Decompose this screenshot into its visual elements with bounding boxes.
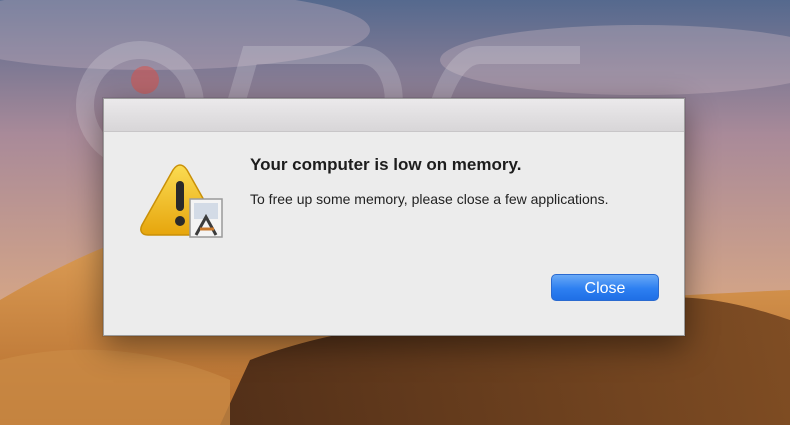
dialog-titlebar[interactable]	[104, 99, 684, 132]
dialog-message: To free up some memory, please close a f…	[250, 191, 609, 207]
desktop: Your computer is low on memory. To free …	[0, 0, 790, 425]
dialog-title: Your computer is low on memory.	[250, 155, 522, 174]
warning-icon-group	[140, 159, 226, 245]
app-store-icon	[189, 198, 223, 238]
close-button[interactable]: Close	[551, 274, 659, 301]
alert-dialog: Your computer is low on memory. To free …	[103, 98, 685, 336]
